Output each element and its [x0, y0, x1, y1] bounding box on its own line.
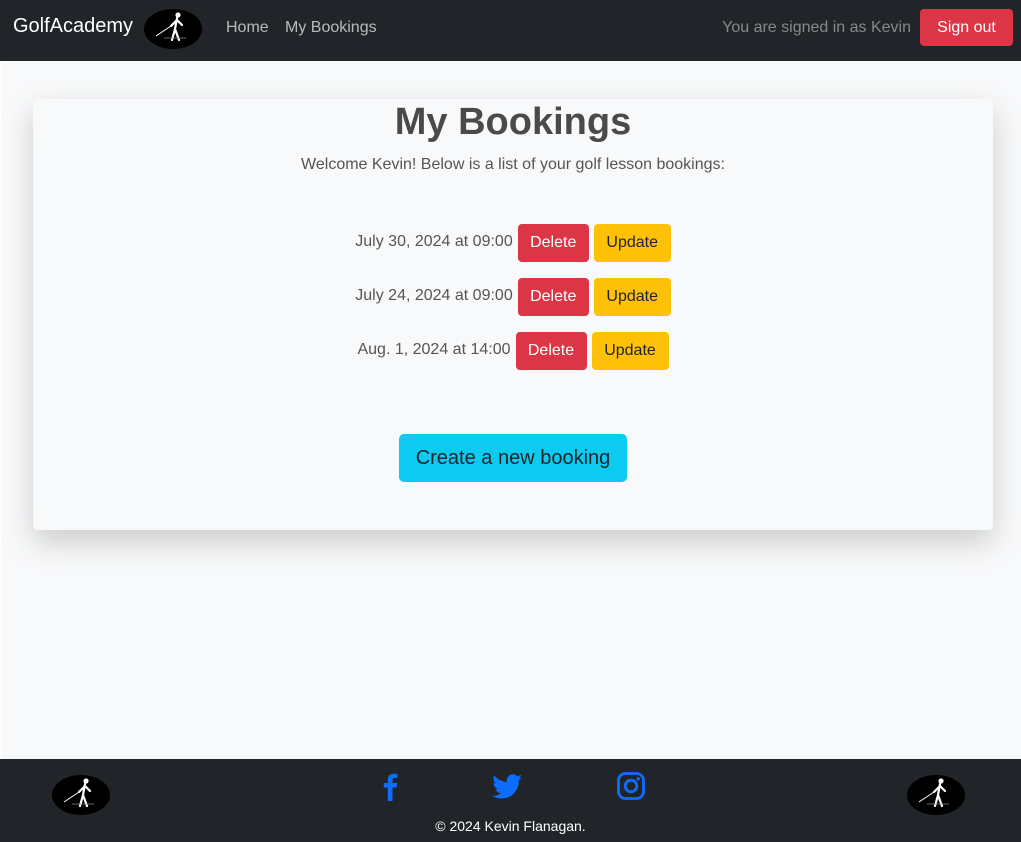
delete-booking-button[interactable]: Delete — [517, 224, 589, 262]
twitter-icon[interactable] — [490, 769, 524, 803]
bookings-card: My Bookings Welcome Kevin! Below is a li… — [33, 99, 993, 530]
golfer-logo-icon — [907, 775, 965, 815]
booking-row: July 24, 2024 at 09:00 Delete Update — [33, 278, 993, 316]
golfer-logo-icon[interactable] — [144, 9, 202, 49]
page-title: My Bookings — [394, 101, 632, 143]
brand-name[interactable]: GolfAcademy — [13, 15, 133, 38]
create-booking-button[interactable]: Create a new booking — [399, 434, 627, 482]
booking-date: July 30, 2024 at 09:00 — [355, 232, 513, 250]
nav-link-my-bookings[interactable]: My Bookings — [285, 19, 377, 37]
update-booking-button[interactable]: Update — [593, 224, 671, 262]
navbar: GolfAcademy Home My Bookings You are sig… — [0, 0, 1021, 61]
signed-in-status: You are signed in as Kevin — [722, 19, 911, 36]
welcome-message: Welcome Kevin! Below is a list of your g… — [301, 156, 725, 173]
update-booking-button[interactable]: Update — [593, 278, 671, 316]
booking-date: July 24, 2024 at 09:00 — [355, 286, 513, 304]
golfer-logo-icon — [52, 775, 110, 815]
delete-booking-button[interactable]: Delete — [515, 332, 587, 370]
nav-link-home[interactable]: Home — [226, 19, 269, 37]
sign-out-button[interactable]: Sign out — [920, 9, 1013, 46]
booking-row: July 30, 2024 at 09:00 Delete Update — [33, 224, 993, 262]
booking-row: Aug. 1, 2024 at 14:00 Delete Update — [33, 332, 993, 370]
footer: © 2024 Kevin Flanagan. — [0, 759, 1021, 842]
instagram-icon[interactable] — [614, 769, 648, 803]
facebook-icon[interactable] — [373, 769, 407, 803]
delete-booking-button[interactable]: Delete — [517, 278, 589, 316]
booking-date: Aug. 1, 2024 at 14:00 — [357, 340, 511, 358]
update-booking-button[interactable]: Update — [591, 332, 669, 370]
copyright-text: © 2024 Kevin Flanagan. — [435, 818, 586, 834]
